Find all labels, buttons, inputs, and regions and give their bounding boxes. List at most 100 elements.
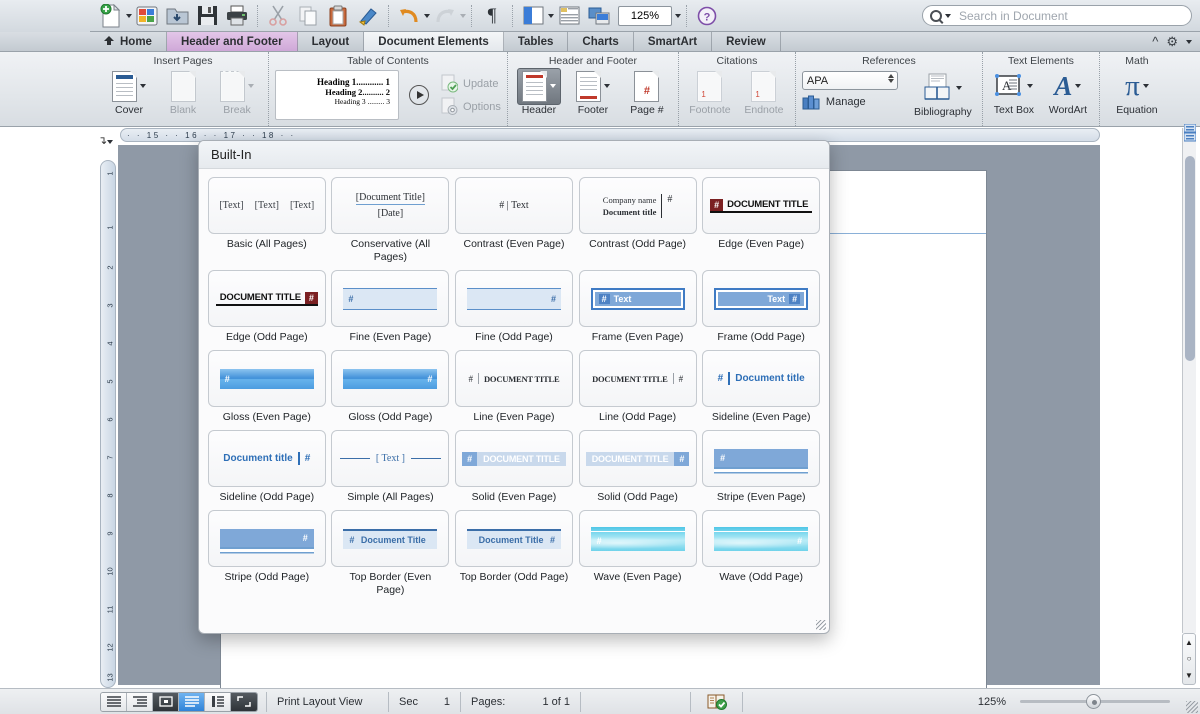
gallery-item-contrast-even-page[interactable]: # | Text Contrast (Even Page) — [452, 177, 576, 264]
thumb-contrast-even[interactable]: # | Text — [455, 177, 573, 234]
thumb-topborder-even[interactable]: # Document Title — [331, 510, 449, 567]
thumb-edge-even[interactable]: # DOCUMENT TITLE — [702, 177, 820, 234]
bibliography-button[interactable]: Bibliography — [910, 71, 976, 118]
save-icon[interactable] — [192, 3, 222, 29]
endnote-button[interactable]: 1 Endnote — [739, 69, 789, 116]
vertical-scrollbar[interactable] — [1182, 128, 1196, 633]
wordart-chevron-down-icon[interactable] — [1075, 84, 1081, 88]
header-button[interactable]: Header — [514, 69, 564, 116]
page-navigation-buttons[interactable]: ▲ ○ ▼ — [1182, 633, 1196, 685]
gallery-item-frame-even-page[interactable]: # Text Frame (Even Page) — [576, 270, 700, 344]
new-from-template-icon[interactable] — [132, 3, 162, 29]
thumb-solid-odd[interactable]: DOCUMENT TITLE # — [579, 430, 697, 487]
search-input[interactable]: Search in Document — [922, 5, 1192, 26]
gallery-item-stripe-even-page[interactable]: # Stripe (Even Page) — [699, 430, 823, 504]
gear-icon[interactable]: ⚙ — [1166, 34, 1178, 50]
select-browse-object-icon[interactable]: ○ — [1187, 654, 1192, 663]
tab-charts[interactable]: Charts — [568, 32, 633, 51]
format-painter-icon[interactable] — [353, 3, 383, 29]
gear-chevron-down-icon[interactable] — [1186, 40, 1192, 44]
gallery-item-gloss-even-page[interactable]: # Gloss (Even Page) — [205, 350, 329, 424]
blank-button[interactable]: Blank — [158, 69, 208, 116]
gallery-item-basic-all-pages[interactable]: [Text] [Text] [Text] Basic (All Pages) — [205, 177, 329, 264]
tab-header-and-footer[interactable]: Header and Footer — [167, 32, 298, 51]
zoom-slider[interactable] — [1020, 700, 1170, 703]
thumb-wave-odd[interactable]: # — [702, 510, 820, 567]
thumb-fine-odd[interactable]: # — [455, 270, 573, 327]
gallery-item-frame-odd-page[interactable]: Text # Frame (Odd Page) — [699, 270, 823, 344]
footer-button[interactable]: Footer — [568, 69, 618, 116]
spelling-status-button[interactable] — [690, 692, 742, 712]
thumb-line-even[interactable]: # DOCUMENT TITLE — [455, 350, 573, 407]
tab-home[interactable]: Home — [98, 32, 167, 51]
gallery-resize-grip[interactable] — [816, 620, 826, 630]
thumb-gloss-odd[interactable]: # — [331, 350, 449, 407]
tab-tables[interactable]: Tables — [504, 32, 569, 51]
show-marks-icon[interactable]: ¶ — [477, 3, 507, 29]
wordart-button[interactable]: A WordArt — [1043, 69, 1093, 116]
notebook-layout-view-button[interactable] — [205, 693, 231, 711]
tab-smartart[interactable]: SmartArt — [634, 32, 712, 51]
gallery-item-wave-even-page[interactable]: # Wave (Even Page) — [576, 510, 700, 597]
vertical-ruler[interactable]: 1 1 2 3 4 5 6 7 8 9 10 11 12 13 — [100, 160, 116, 688]
paste-icon[interactable] — [323, 3, 353, 29]
split-view-icon[interactable] — [1184, 124, 1196, 142]
outline-view-button[interactable] — [127, 693, 153, 711]
thumb-fine-even[interactable]: # — [331, 270, 449, 327]
gallery-item-sideline-even-page[interactable]: # Document title Sideline (Even Page) — [699, 350, 823, 424]
full-screen-view-button[interactable] — [231, 693, 257, 711]
thumb-topborder-odd[interactable]: Document Title # — [455, 510, 573, 567]
header-gallery-popup[interactable]: Built-In [Text] [Text] [Text] Basic (All… — [198, 140, 830, 634]
sidebar-icon[interactable] — [518, 3, 548, 29]
equation-chevron-down-icon[interactable] — [1143, 84, 1149, 88]
notebook-layout-icon[interactable] — [554, 3, 584, 29]
citation-style-stepper-icon[interactable] — [888, 74, 894, 83]
copy-icon[interactable] — [293, 3, 323, 29]
gallery-item-conservative-all-pages[interactable]: [Document Title] [Date] Conservative (Al… — [329, 177, 453, 264]
next-page-icon[interactable]: ▼ — [1185, 671, 1193, 680]
cut-icon[interactable] — [263, 3, 293, 29]
zoom-chevron-down-icon[interactable] — [675, 14, 681, 18]
redo-chevron-down-icon[interactable] — [460, 14, 466, 18]
footnote-button[interactable]: 1 Footnote — [685, 69, 735, 116]
gallery-item-sideline-odd-page[interactable]: Document title # Sideline (Odd Page) — [205, 430, 329, 504]
previous-page-icon[interactable]: ▲ — [1185, 638, 1193, 647]
scrollbar-thumb[interactable] — [1185, 156, 1195, 361]
gallery-item-contrast-odd-page[interactable]: Company name Document title # Contrast (… — [576, 177, 700, 264]
new-document-icon[interactable] — [96, 3, 126, 29]
gallery-item-top-border-even-page[interactable]: # Document Title Top Border (Even Page) — [329, 510, 453, 597]
footer-chevron-down-icon[interactable] — [604, 84, 610, 88]
collapse-ribbon-icon[interactable]: ^ — [1152, 34, 1158, 49]
toc-update-button[interactable]: Update — [441, 74, 501, 93]
tab-layout[interactable]: Layout — [298, 32, 365, 51]
header-chevron-down-icon[interactable] — [550, 84, 556, 88]
media-browser-icon[interactable] — [584, 3, 614, 29]
thumb-stripe-even[interactable]: # — [702, 430, 820, 487]
toc-more-button[interactable] — [409, 85, 429, 105]
open-icon[interactable] — [162, 3, 192, 29]
cover-chevron-down-icon[interactable] — [140, 84, 146, 88]
gallery-item-stripe-odd-page[interactable]: # Stripe (Odd Page) — [205, 510, 329, 597]
gallery-item-simple-all-pages[interactable]: [ Text ] Simple (All Pages) — [329, 430, 453, 504]
gallery-item-edge-odd-page[interactable]: DOCUMENT TITLE # Edge (Odd Page) — [205, 270, 329, 344]
gallery-item-edge-even-page[interactable]: # DOCUMENT TITLE Edge (Even Page) — [699, 177, 823, 264]
gallery-item-fine-odd-page[interactable]: # Fine (Odd Page) — [452, 270, 576, 344]
bibliography-chevron-down-icon[interactable] — [956, 86, 962, 90]
print-icon[interactable] — [222, 3, 252, 29]
break-chevron-down-icon[interactable] — [248, 84, 254, 88]
toc-options-button[interactable]: Options — [441, 97, 501, 116]
break-button[interactable]: Break — [212, 69, 262, 116]
print-layout-view-button[interactable] — [179, 693, 205, 711]
thumb-frame-even[interactable]: # Text — [579, 270, 697, 327]
thumb-basic[interactable]: [Text] [Text] [Text] — [208, 177, 326, 234]
thumb-edge-odd[interactable]: DOCUMENT TITLE # — [208, 270, 326, 327]
thumb-stripe-odd[interactable]: # — [208, 510, 326, 567]
thumb-simple[interactable]: [ Text ] — [331, 430, 449, 487]
tab-document-elements[interactable]: Document Elements — [364, 32, 504, 51]
thumb-solid-even[interactable]: # DOCUMENT TITLE — [455, 430, 573, 487]
equation-button[interactable]: π Equation — [1106, 69, 1168, 116]
draft-view-button[interactable] — [101, 693, 127, 711]
help-icon[interactable]: ? — [692, 3, 722, 29]
zoom-control[interactable]: 125% — [618, 6, 681, 26]
undo-icon[interactable] — [394, 3, 424, 29]
